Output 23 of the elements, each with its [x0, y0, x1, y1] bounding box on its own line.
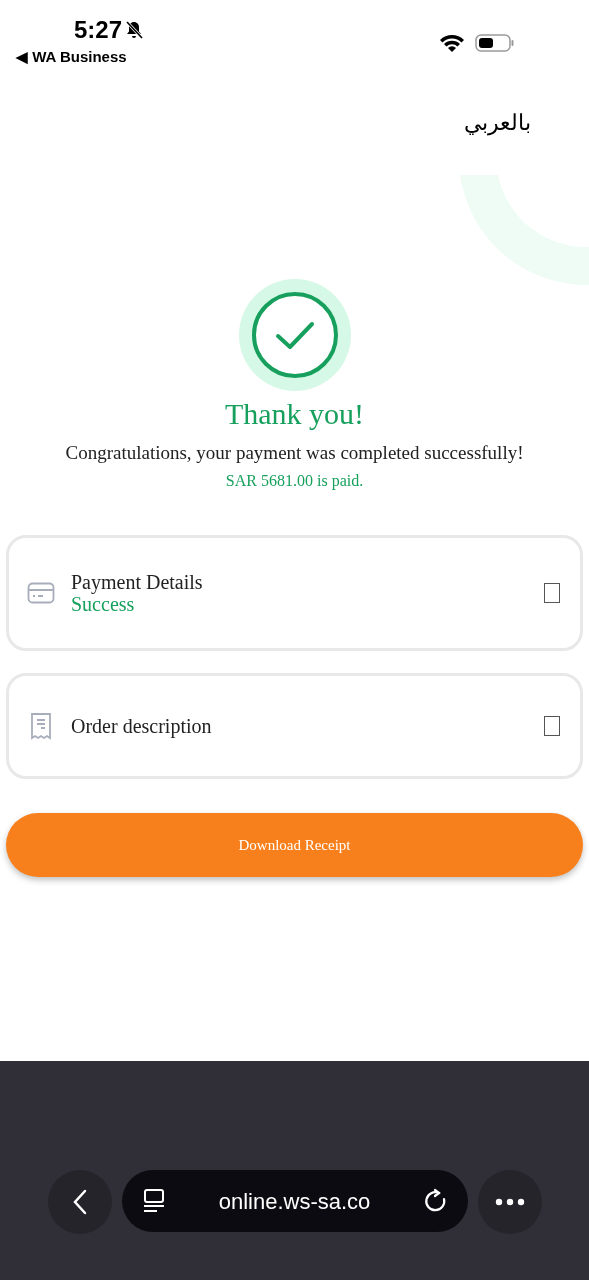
reload-icon[interactable] [423, 1188, 448, 1214]
credit-card-icon [27, 582, 55, 604]
paid-amount: SAR 5681.00 is paid. [225, 471, 364, 492]
success-message: Congratulations, your payment was completed successfully! [65, 440, 524, 465]
receipt-icon [30, 712, 52, 740]
back-to-app-link[interactable]: ◀ WA Business [16, 46, 145, 69]
address-bar[interactable]: online.ws-sa.co [121, 1170, 468, 1232]
arabic-language-link[interactable]: بالعربي [464, 106, 531, 139]
page-menu-icon[interactable] [141, 1188, 166, 1214]
muted-bell-icon [124, 20, 145, 40]
detail-card[interactable]: Order description [6, 673, 583, 779]
thank-you-title: Thank you! [224, 396, 365, 432]
card-title: Order description [71, 715, 213, 737]
battery-icon [475, 33, 515, 53]
wifi-icon [439, 33, 465, 53]
card-status: Success [71, 593, 135, 615]
status-time: 5:27 [74, 18, 123, 42]
more-icon [494, 1198, 525, 1206]
detail-card[interactable]: Payment Details Success [6, 535, 583, 651]
checkbox[interactable] [544, 716, 560, 736]
url-text: online.ws-sa.co [217, 1187, 372, 1216]
card-title: Payment Details [71, 571, 204, 593]
checkbox[interactable] [544, 583, 560, 603]
